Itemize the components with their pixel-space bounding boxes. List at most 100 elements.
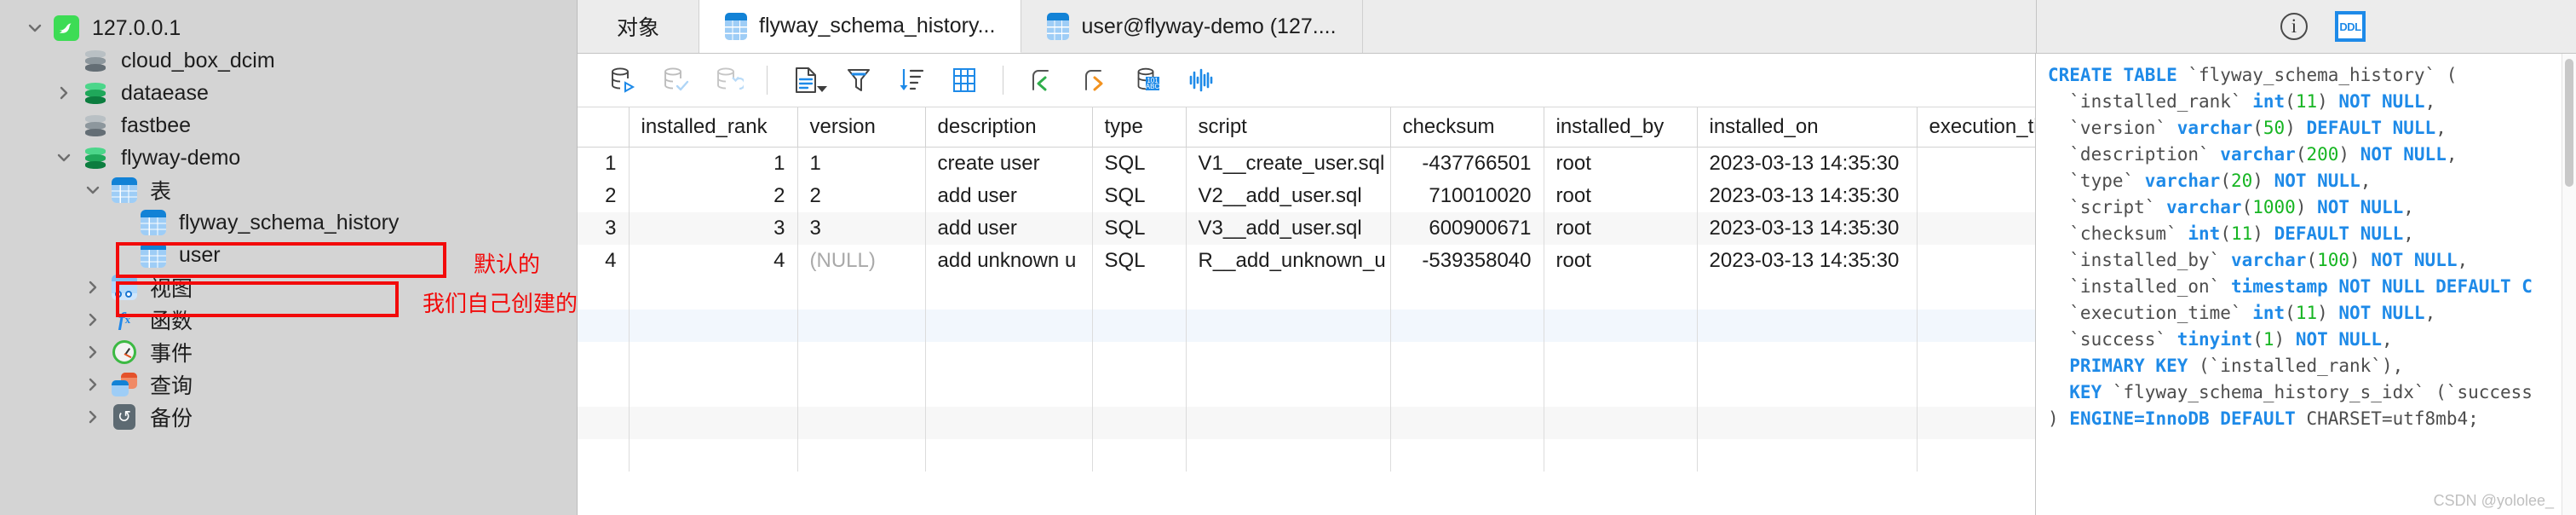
chevron-down-icon[interactable] (817, 86, 827, 92)
cell-empty[interactable] (1917, 439, 2035, 472)
column-header-version[interactable]: version (797, 107, 926, 148)
chart-icon[interactable] (1174, 58, 1227, 102)
cell-empty[interactable] (1390, 407, 1544, 439)
tab-flyway-schema-history[interactable]: flyway_schema_history... (699, 0, 1022, 53)
scrollbar-thumb[interactable] (2565, 59, 2573, 187)
cell-empty[interactable] (925, 439, 1093, 472)
column-header-script[interactable]: script (1186, 107, 1391, 148)
chevron-right-icon[interactable] (49, 84, 78, 102)
cell-installed-rank[interactable]: 1 (629, 147, 798, 180)
cell-execution-time[interactable] (1917, 245, 2035, 277)
tree-item-queries-folder[interactable]: 查询 (0, 368, 577, 401)
cell-empty[interactable] (1092, 439, 1187, 472)
cell-installed-rank[interactable]: 2 (629, 180, 798, 212)
cell-empty[interactable] (1544, 277, 1698, 310)
table-row[interactable]: 4 4 (NULL) add unknown u SQL R__add_unkn… (578, 245, 2035, 277)
cell-installed-rank[interactable]: 4 (629, 245, 798, 277)
cell-empty[interactable] (1544, 310, 1698, 342)
cell-type[interactable]: SQL (1092, 180, 1187, 212)
results-table[interactable]: installed_rank version description type … (578, 107, 2035, 472)
cell-type[interactable]: SQL (1092, 212, 1187, 245)
cell-empty[interactable] (629, 310, 798, 342)
cell-empty[interactable] (1697, 407, 1918, 439)
tree-item-backups-folder[interactable]: ↺ 备份 (0, 401, 577, 433)
table-row-empty[interactable] (578, 439, 2035, 472)
cell-empty[interactable] (1092, 342, 1187, 374)
tree-item-events-folder[interactable]: 事件 (0, 336, 577, 368)
column-header-installed-by[interactable]: installed_by (1544, 107, 1698, 148)
cell-empty[interactable] (629, 374, 798, 407)
chevron-right-icon[interactable] (78, 375, 107, 394)
cell-empty[interactable] (629, 439, 798, 472)
cell-empty[interactable] (1186, 342, 1391, 374)
cell-installed-on[interactable]: 2023-03-13 14:35:30 (1697, 245, 1918, 277)
cell-empty[interactable] (925, 277, 1093, 310)
tree-item-table-flyway-schema-history[interactable]: flyway_schema_history (0, 206, 577, 239)
cell-empty[interactable] (797, 374, 926, 407)
tree-item-database-flyway-demo[interactable]: flyway-demo (0, 142, 577, 174)
cell-empty[interactable] (1092, 407, 1187, 439)
cell-empty[interactable] (1186, 277, 1391, 310)
cell-script[interactable]: R__add_unknown_u (1186, 245, 1391, 277)
table-row-empty[interactable] (578, 310, 2035, 342)
cell-empty[interactable] (797, 407, 926, 439)
cell-script[interactable]: V1__create_user.sql (1186, 147, 1391, 180)
cell-empty[interactable] (797, 439, 926, 472)
cell-empty[interactable] (1697, 374, 1918, 407)
cell-installed-on[interactable]: 2023-03-13 14:35:30 (1697, 212, 1918, 245)
cell-empty[interactable] (1390, 277, 1544, 310)
cell-empty[interactable] (1917, 374, 2035, 407)
cell-installed-by[interactable]: root (1544, 147, 1698, 180)
cell-description[interactable]: add user (925, 180, 1093, 212)
sort-icon[interactable] (885, 58, 938, 102)
cell-execution-time[interactable] (1917, 180, 2035, 212)
cell-empty[interactable] (1186, 407, 1391, 439)
column-header-checksum[interactable]: checksum (1390, 107, 1544, 148)
chevron-down-icon[interactable] (49, 148, 78, 167)
table-row[interactable]: 1 1 1 create user SQL V1__create_user.sq… (578, 147, 2035, 180)
ddl-code-viewer[interactable]: CREATE TABLE `flyway_schema_history` ( `… (2036, 54, 2576, 515)
filter-icon[interactable] (832, 58, 885, 102)
tree-item-tables-folder[interactable]: 表 (0, 174, 577, 206)
cell-version[interactable]: (NULL) (797, 245, 926, 277)
tab-user-flyway-demo[interactable]: user@flyway-demo (127.... (1021, 0, 1363, 53)
cell-version[interactable]: 1 (797, 147, 926, 180)
cell-description[interactable]: create user (925, 147, 1093, 180)
cell-checksum[interactable]: 600900671 (1390, 212, 1544, 245)
object-tree-sidebar[interactable]: 127.0.0.1 cloud_box_dcim dataease fastbe… (0, 0, 578, 515)
cell-empty[interactable] (1917, 407, 2035, 439)
cell-empty[interactable] (797, 310, 926, 342)
cell-installed-by[interactable]: root (1544, 180, 1698, 212)
cell-empty[interactable] (1697, 277, 1918, 310)
cell-empty[interactable] (1544, 374, 1698, 407)
ddl-panel[interactable]: CREATE TABLE `flyway_schema_history` ( `… (2035, 54, 2576, 515)
redo-icon[interactable] (1068, 58, 1121, 102)
table-row-empty[interactable] (578, 277, 2035, 310)
cell-execution-time[interactable] (1917, 147, 2035, 180)
cell-version[interactable]: 3 (797, 212, 926, 245)
cell-empty[interactable] (1697, 439, 1918, 472)
data-grid[interactable]: installed_rank version description type … (578, 107, 2035, 515)
column-header-description[interactable]: description (925, 107, 1093, 148)
form-view-icon[interactable] (779, 58, 832, 102)
table-row[interactable]: 2 2 2 add user SQL V2__add_user.sql 7100… (578, 180, 2035, 212)
cell-empty[interactable] (1092, 277, 1187, 310)
column-header-installed-rank[interactable]: installed_rank (629, 107, 798, 148)
chevron-right-icon[interactable] (78, 343, 107, 362)
cell-script[interactable]: V2__add_user.sql (1186, 180, 1391, 212)
cell-type[interactable]: SQL (1092, 147, 1187, 180)
cell-empty[interactable] (629, 407, 798, 439)
cell-installed-on[interactable]: 2023-03-13 14:35:30 (1697, 147, 1918, 180)
grid-icon[interactable] (938, 58, 991, 102)
data-types-icon[interactable]: 101 ABC (1121, 58, 1174, 102)
cell-empty[interactable] (1917, 277, 2035, 310)
cell-installed-rank[interactable]: 3 (629, 212, 798, 245)
tree-item-database-cloud-box-dcim[interactable]: cloud_box_dcim (0, 44, 577, 77)
tab-objects[interactable]: 对象 (578, 0, 700, 53)
cell-empty[interactable] (925, 374, 1093, 407)
table-row-empty[interactable] (578, 374, 2035, 407)
chevron-right-icon[interactable] (78, 408, 107, 426)
connection-tree[interactable]: 127.0.0.1 cloud_box_dcim dataease fastbe… (0, 0, 577, 433)
chevron-down-icon[interactable] (20, 19, 49, 38)
undo-icon[interactable] (1015, 58, 1068, 102)
